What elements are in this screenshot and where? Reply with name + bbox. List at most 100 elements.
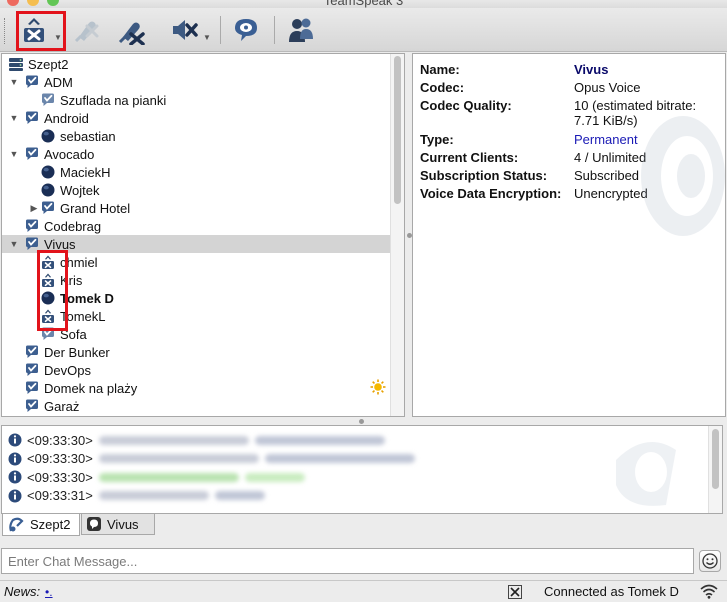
vertical-splitter[interactable]: [405, 53, 412, 417]
tab-label: Vivus: [107, 516, 139, 532]
tab-label: Szept2: [30, 517, 71, 532]
tree-channel-row[interactable]: ▼ Vivus: [2, 235, 390, 253]
redacted-text: [264, 454, 415, 463]
client-icon: [41, 291, 55, 305]
tree-client-row[interactable]: sebastian: [2, 127, 390, 145]
server-log: <09:33:30> <09:33:30> <09:33:30> <09:33:31>: [1, 425, 723, 514]
tree-item-label: Domek na plaży: [44, 380, 138, 396]
info-key: Subscription Status:: [420, 168, 548, 183]
tree-item-label: Der Bunker: [44, 344, 110, 360]
subscribe-button[interactable]: [228, 12, 264, 48]
channel-tab-icon: [87, 517, 101, 531]
toolbar-separator: [274, 16, 275, 44]
chat-message-input[interactable]: [1, 548, 694, 574]
disconnect-button[interactable]: [508, 585, 522, 599]
tree-channel-row[interactable]: DevOps: [2, 361, 390, 379]
redacted-text: [98, 491, 209, 500]
tree-item-label: Sofa: [60, 326, 87, 342]
tree-channel-row[interactable]: Sofa: [2, 325, 390, 343]
toolbar: ▼ ▼: [0, 8, 727, 52]
info-key: Codec:: [420, 80, 465, 95]
tree-client-row[interactable]: chmiel: [2, 253, 390, 271]
contacts-icon: [289, 18, 313, 42]
horizontal-splitter[interactable]: [0, 417, 727, 425]
tab-server[interactable]: Szept2: [2, 514, 80, 536]
away-status-icon: [24, 18, 44, 42]
tree-client-row[interactable]: Wojtek: [2, 181, 390, 199]
toolbar-grip[interactable]: [4, 18, 7, 44]
sound-toggle-button[interactable]: [166, 12, 202, 48]
tree-channel-row[interactable]: ▼ Android: [2, 109, 390, 127]
teamspeak-window: TeamSpeak 3 ▼ ▼ Szept2 ▼ ADM Szuflada na…: [0, 0, 727, 602]
collapse-arrow-icon[interactable]: ▼: [8, 149, 20, 159]
speakers-mute-icon: [118, 22, 145, 45]
info-key: Current Clients:: [420, 150, 519, 165]
away-menu-caret[interactable]: ▼: [54, 33, 62, 42]
tree-item-label: Kris: [60, 272, 83, 288]
server-tabs: Szept2 Vivus: [0, 514, 727, 536]
tree-channel-row[interactable]: ▼ Avocado: [2, 145, 390, 163]
tree-channel-row[interactable]: Codebrag: [2, 217, 390, 235]
redacted-text: [254, 435, 385, 445]
contacts-button[interactable]: [283, 12, 319, 48]
tree-item-label: DevOps: [44, 362, 91, 378]
tree-item-label: MaciekH: [60, 164, 111, 180]
mute-speakers-button[interactable]: [114, 12, 150, 48]
log-entry: <09:33:30>: [7, 431, 385, 449]
tree-item-label: chmiel: [60, 254, 98, 270]
server-name: Szept2: [28, 56, 69, 72]
channel-icon: [26, 147, 38, 160]
tree-item-label: sebastian: [60, 128, 116, 144]
client-icon: [41, 129, 55, 143]
log-timestamp: <09:33:30>: [27, 432, 93, 448]
tree-client-row[interactable]: TomekL: [2, 307, 390, 325]
tree-client-row[interactable]: Tomek D: [2, 289, 390, 307]
tree-channel-row[interactable]: Domek na plaży: [2, 379, 390, 397]
info-value: Vivus: [574, 62, 609, 77]
log-scrollbar[interactable]: [708, 426, 722, 513]
emoji-button[interactable]: [699, 550, 721, 572]
subchannel-icon: [42, 93, 54, 106]
tree-channel-row[interactable]: Szuflada na pianki: [2, 91, 390, 109]
log-entry: <09:33:30>: [7, 450, 415, 468]
info-icon: [8, 470, 22, 484]
window-title: TeamSpeak 3: [323, 0, 404, 8]
tree-item-label: TomekL: [60, 308, 106, 324]
redacted-text: [98, 454, 259, 463]
channel-icon: [26, 75, 38, 88]
tree-item-label: Wojtek: [60, 182, 100, 198]
tree-server-row[interactable]: Szept2: [2, 55, 390, 73]
connection-quality-icon[interactable]: [700, 584, 718, 599]
mute-microphone-button[interactable]: [69, 12, 105, 48]
tree-channel-row[interactable]: ▼ ADM: [2, 73, 390, 91]
smiley-icon: [702, 553, 718, 569]
channel-icon: [26, 363, 38, 376]
collapse-arrow-icon[interactable]: ▼: [8, 239, 20, 249]
tree-channel-row[interactable]: ▶ Grand Hotel: [2, 199, 390, 217]
teamspeak-watermark-icon: [616, 442, 676, 506]
info-icon: [8, 452, 22, 465]
info-key: Name:: [420, 62, 460, 77]
expand-arrow-icon[interactable]: ▶: [28, 203, 40, 214]
collapse-arrow-icon[interactable]: ▼: [8, 113, 20, 123]
tree-client-row[interactable]: Kris: [2, 271, 390, 289]
tab-channel[interactable]: Vivus: [81, 514, 155, 535]
server-tab-icon: [9, 517, 24, 531]
info-key: Voice Data Encryption:: [420, 186, 562, 201]
scrollbar-thumb[interactable]: [394, 56, 401, 204]
tree-channel-row[interactable]: Der Bunker: [2, 343, 390, 361]
channel-icon: [42, 201, 54, 214]
away-client-icon: [42, 255, 54, 269]
collapse-arrow-icon[interactable]: ▼: [8, 77, 20, 87]
scrollbar-thumb[interactable]: [712, 429, 719, 489]
server-icon: [9, 58, 23, 71]
away-button[interactable]: [16, 12, 52, 48]
tree-channel-row[interactable]: Garaż: [2, 397, 390, 415]
channel-icon: [26, 381, 38, 394]
channel-tree[interactable]: Szept2 ▼ ADM Szuflada na pianki ▼ Android seba…: [1, 53, 405, 417]
sound-menu-caret[interactable]: ▼: [203, 33, 211, 42]
status-bar: News: •. Connected as Tomek D: [0, 580, 727, 602]
tree-client-row[interactable]: MaciekH: [2, 163, 390, 181]
news-link[interactable]: •.: [45, 585, 53, 599]
channel-tree-scrollbar[interactable]: [390, 54, 404, 416]
